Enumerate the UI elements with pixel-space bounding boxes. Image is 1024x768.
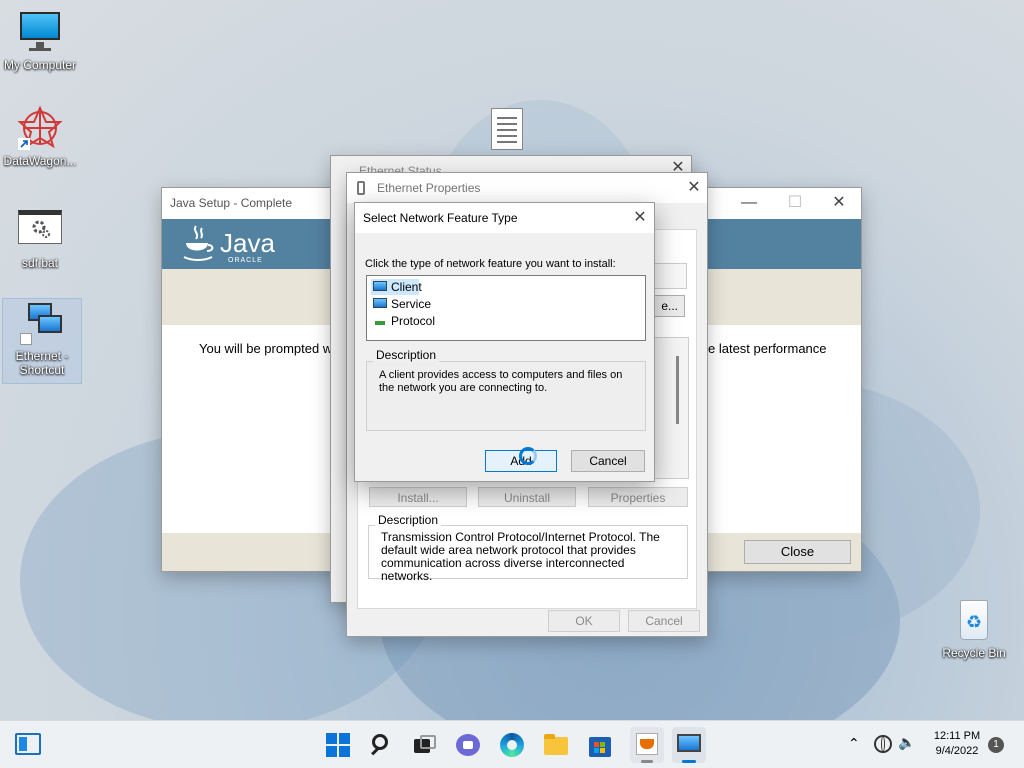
close-button[interactable]: Close xyxy=(744,540,851,564)
network-settings-taskbar-icon[interactable] xyxy=(672,727,706,763)
clock-date: 9/4/2022 xyxy=(935,745,979,757)
ok-button[interactable]: OK xyxy=(548,610,620,632)
service-icon xyxy=(373,298,387,308)
title-bar: Ethernet Properties xyxy=(347,173,707,203)
task-view-icon[interactable] xyxy=(410,731,438,759)
oracle-logo-text: ORACLE xyxy=(228,257,263,264)
monitor-icon xyxy=(16,8,64,56)
desktop-icon-label: DataWagon... xyxy=(3,154,77,168)
window-title: Ethernet Properties xyxy=(377,181,481,195)
cancel-button[interactable]: Cancel xyxy=(571,450,645,472)
select-network-feature-dialog: Select Network Feature Type ✕ Click the … xyxy=(354,202,655,482)
list-item-label: Service xyxy=(391,297,432,311)
notification-badge[interactable]: 1 xyxy=(988,737,1004,753)
protocol-icon xyxy=(375,321,385,325)
java-logo-text: Java xyxy=(220,228,275,258)
desktop-icon-datawagon[interactable]: DataWagon... xyxy=(0,104,80,168)
start-icon[interactable] xyxy=(324,731,352,759)
desktop-icon-sdf-bat[interactable]: sdf.bat xyxy=(0,206,80,270)
close-icon[interactable]: ✕ xyxy=(685,179,703,197)
list-item-protocol[interactable]: Protocol xyxy=(371,313,451,329)
desktop-icon-label: sdf.bat xyxy=(21,256,59,270)
text-document-icon[interactable] xyxy=(491,108,523,150)
chevron-up-icon[interactable]: ⌃ xyxy=(848,735,862,751)
speaker-icon[interactable]: 🔈 xyxy=(898,734,915,751)
file-explorer-icon[interactable] xyxy=(542,731,570,759)
chat-icon[interactable] xyxy=(454,731,482,759)
batch-file-icon xyxy=(16,206,64,254)
maximize-icon[interactable]: ☐ xyxy=(786,194,804,212)
java-message-right: e latest performance xyxy=(708,341,827,356)
globe-icon[interactable] xyxy=(874,735,892,753)
description-label: Description xyxy=(375,513,442,527)
desktop-icon-label: My Computer xyxy=(3,58,77,72)
list-item-client[interactable]: Client xyxy=(371,279,422,295)
install-button[interactable]: Install... xyxy=(369,487,467,507)
java-setup-taskbar-icon[interactable] xyxy=(630,727,664,763)
network-icon xyxy=(18,299,66,347)
search-icon[interactable] xyxy=(368,731,396,759)
store-icon[interactable] xyxy=(586,731,614,759)
datawagon-app-icon xyxy=(16,104,64,152)
properties-button[interactable]: Properties xyxy=(588,487,688,507)
taskbar: ⌃ 🔈 12:11 PM 9/4/2022 1 xyxy=(0,720,1024,768)
list-item-service[interactable]: Service xyxy=(371,296,451,312)
desktop-icon-ethernet-shortcut[interactable]: Ethernet - Shortcut xyxy=(2,298,82,384)
close-icon[interactable]: ✕ xyxy=(830,194,848,212)
desktop-icon-label: Ethernet - Shortcut xyxy=(15,349,69,377)
clock[interactable]: 12:11 PM 9/4/2022 xyxy=(930,729,984,759)
feature-list[interactable]: Client Service Protocol xyxy=(366,275,646,341)
description-label: Description xyxy=(373,348,440,362)
title-bar: Select Network Feature Type xyxy=(355,203,654,233)
client-icon xyxy=(373,281,387,291)
feature-description-text: A client provides access to computers an… xyxy=(379,369,623,394)
minimize-icon[interactable]: — xyxy=(740,194,758,212)
uninstall-button[interactable]: Uninstall xyxy=(478,487,576,507)
widgets-icon[interactable] xyxy=(15,733,41,755)
busy-cursor-icon xyxy=(519,447,537,465)
list-item-label: Protocol xyxy=(391,314,436,328)
java-message-left: You will be prompted w xyxy=(199,341,333,356)
scrollbar-thumb[interactable] xyxy=(676,356,679,424)
list-item-label: Client xyxy=(391,280,422,294)
close-icon[interactable]: ✕ xyxy=(631,209,649,227)
desktop-icon-recycle-bin[interactable]: ♻ Recycle Bin xyxy=(934,596,1014,660)
clock-time: 12:11 PM xyxy=(933,730,981,742)
description-text: Transmission Control Protocol/Internet P… xyxy=(381,530,660,583)
network-adapter-icon xyxy=(357,181,365,195)
recycle-bin-icon: ♻ xyxy=(950,596,998,644)
desktop-icon-my-computer[interactable]: My Computer xyxy=(0,8,80,72)
dialog-title: Select Network Feature Type xyxy=(363,211,518,225)
cancel-button[interactable]: Cancel xyxy=(628,610,700,632)
desktop-icon-label: Recycle Bin xyxy=(942,646,1006,660)
edge-browser-icon[interactable] xyxy=(498,731,526,759)
java-cup-icon xyxy=(182,223,216,263)
window-title: Java Setup - Complete xyxy=(170,196,293,210)
feature-prompt: Click the type of network feature you wa… xyxy=(365,258,616,270)
